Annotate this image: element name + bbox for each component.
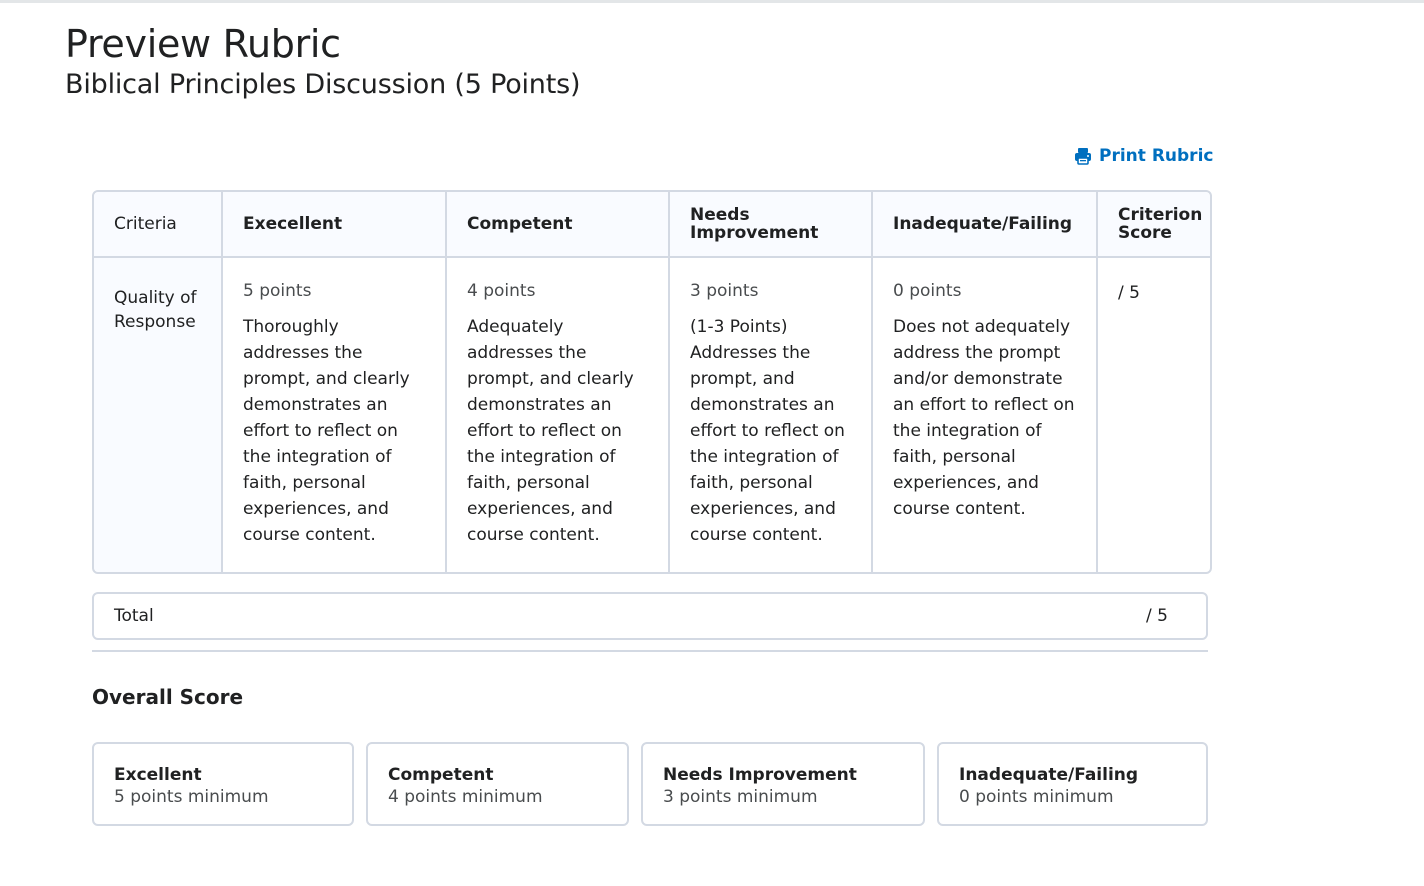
total-label: Total: [114, 606, 154, 626]
overall-level-minimum: 0 points minimum: [959, 787, 1114, 807]
overall-level-minimum: 4 points minimum: [388, 787, 543, 807]
overall-level-minimum: 3 points minimum: [663, 787, 818, 807]
column-header-competent: Competent: [445, 192, 668, 258]
rubric-table: Criteria Execellent Competent Needs Impr…: [92, 190, 1212, 574]
overall-level-name: Inadequate/Failing: [959, 765, 1139, 785]
print-rubric-link[interactable]: Print Rubric: [1073, 146, 1213, 166]
level-points: 3 points: [690, 281, 759, 301]
section-divider: [92, 650, 1208, 652]
level-points: 0 points: [893, 281, 962, 301]
overall-level-card-needs-improvement: Needs Improvement 3 points minimum: [641, 742, 925, 826]
total-row: Total / 5: [92, 592, 1208, 640]
level-cell-competent: 4 points Adequately addresses the prompt…: [445, 258, 668, 572]
criterion-score: / 5: [1096, 258, 1210, 572]
top-divider: [0, 0, 1424, 3]
column-header-criteria: Criteria: [94, 192, 221, 258]
page-title: Preview Rubric: [65, 22, 341, 66]
overall-level-card-competent: Competent 4 points minimum: [366, 742, 629, 826]
overall-level-card-excellent: Excellent 5 points minimum: [92, 742, 354, 826]
level-cell-excellent: 5 points Thoroughly addresses the prompt…: [221, 258, 445, 572]
column-header-needs-improvement: Needs Improvement: [668, 192, 871, 258]
level-cell-inadequate: 0 points Does not adequately address the…: [871, 258, 1096, 572]
criterion-name: Quality of Response: [94, 258, 221, 572]
level-description: Does not adequately address the prompt a…: [893, 317, 1075, 519]
column-header-excellent: Execellent: [221, 192, 445, 258]
level-description: Addresses the prompt, and demonstrates a…: [690, 343, 845, 545]
table-row: Quality of Response 5 points Thoroughly …: [94, 258, 1210, 572]
rubric-header-row: Criteria Execellent Competent Needs Impr…: [94, 192, 1210, 258]
column-header-criterion-score: Criterion Score: [1096, 192, 1210, 258]
level-description: Adequately addresses the prompt, and cle…: [467, 317, 634, 545]
level-description: Thoroughly addresses the prompt, and cle…: [243, 317, 410, 545]
overall-level-minimum: 5 points minimum: [114, 787, 269, 807]
level-cell-needs-improvement: 3 points (1-3 Points) Addresses the prom…: [668, 258, 871, 572]
overall-score-heading: Overall Score: [92, 685, 244, 709]
overall-level-name: Needs Improvement: [663, 765, 857, 785]
level-points: 4 points: [467, 281, 536, 301]
level-points: 5 points: [243, 281, 312, 301]
print-rubric-label: Print Rubric: [1099, 146, 1214, 166]
overall-level-name: Competent: [388, 765, 494, 785]
level-description-note: (1-3 Points): [690, 317, 788, 337]
overall-level-name: Excellent: [114, 765, 202, 785]
overall-level-card-inadequate: Inadequate/Failing 0 points minimum: [937, 742, 1208, 826]
column-header-inadequate: Inadequate/Failing: [871, 192, 1096, 258]
page-subtitle: Biblical Principles Discussion (5 Points…: [65, 69, 581, 100]
printer-icon: [1073, 146, 1093, 166]
total-score: / 5: [1146, 606, 1168, 626]
